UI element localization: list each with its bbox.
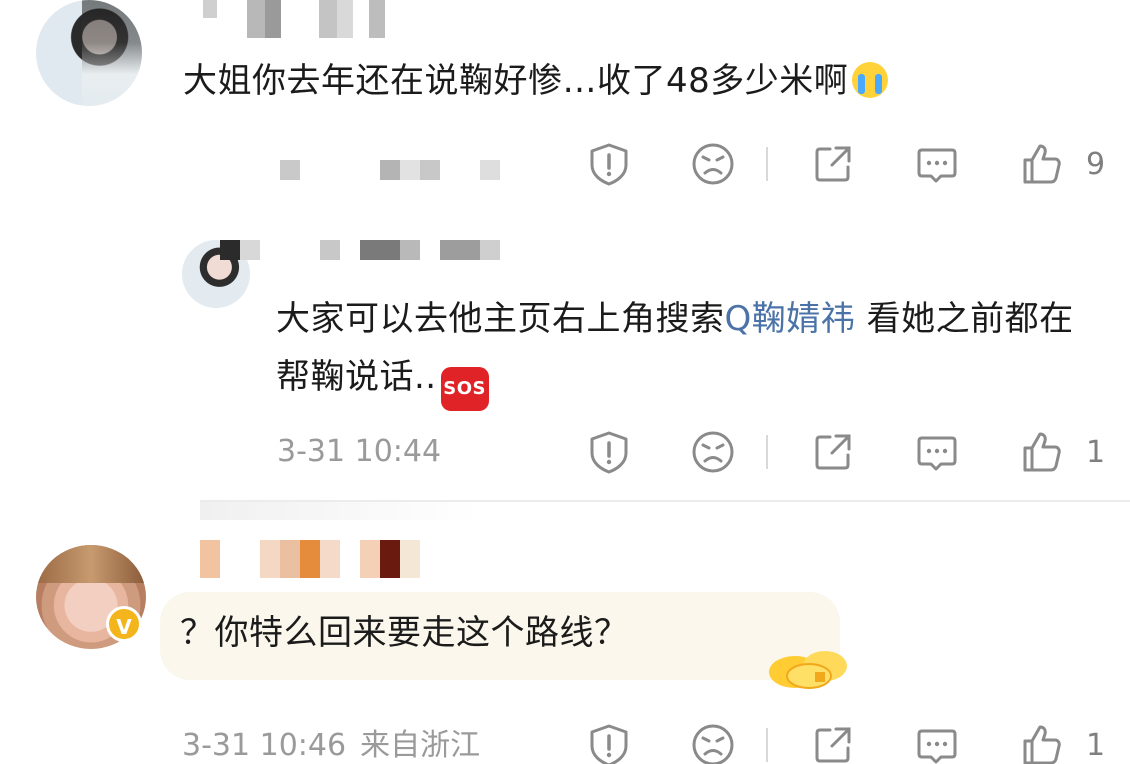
- like-icon-wrap: [1018, 722, 1064, 764]
- reply-button[interactable]: [914, 141, 960, 187]
- reply-button[interactable]: [914, 722, 960, 764]
- like-button[interactable]: 1: [1018, 429, 1105, 475]
- like-thumb-icon: [1023, 144, 1061, 184]
- comment-actions: 9: [586, 141, 1105, 187]
- comment-timestamp: 3-31 10:46: [182, 728, 347, 763]
- like-thumb-icon: [1023, 432, 1061, 472]
- share-button[interactable]: [810, 722, 856, 764]
- comment-text: 大姐你去年还在说鞠好惨…收了48多少米啊: [183, 52, 1083, 110]
- gold-coins-icon: [769, 651, 847, 689]
- report-icon: [590, 724, 628, 764]
- username-mosaic[interactable]: [200, 540, 420, 578]
- comment-icon: [917, 148, 957, 183]
- report-button[interactable]: [586, 141, 632, 187]
- reply-button[interactable]: [914, 429, 960, 475]
- sos-emoji-icon: SOS: [440, 367, 489, 411]
- comment-body: 大姐你去年还在说鞠好惨…收了48多少米啊: [183, 61, 849, 101]
- like-icon-wrap: [1018, 429, 1064, 475]
- comment-icon: [917, 729, 957, 764]
- like-button[interactable]: 9: [1018, 141, 1105, 187]
- reply-actions: 1: [586, 429, 1105, 475]
- report-button[interactable]: [586, 429, 632, 475]
- dislike-button[interactable]: [690, 429, 736, 475]
- verified-badge-icon: V: [106, 606, 142, 642]
- like-thumb-icon: [1023, 725, 1061, 764]
- dislike-button[interactable]: [690, 722, 736, 764]
- comment-divider: [200, 500, 1130, 502]
- report-button[interactable]: [586, 722, 632, 764]
- like-icon-wrap: [1018, 141, 1064, 187]
- reply-body-start: 大家可以去他主页右上角搜索: [276, 299, 725, 339]
- like-button[interactable]: 1: [1018, 722, 1105, 764]
- username-mosaic[interactable]: [203, 0, 385, 38]
- share-icon: [815, 434, 851, 470]
- dislike-face-icon: [692, 724, 734, 764]
- report-icon: [590, 431, 628, 474]
- comment-actions: 1: [586, 722, 1105, 764]
- share-icon: [815, 727, 851, 763]
- dislike-button[interactable]: [690, 141, 736, 187]
- avatar-image-hair: [36, 545, 146, 583]
- comment-text: ？你特么回来要走这个路线？: [180, 604, 800, 662]
- user-avatar[interactable]: [36, 0, 142, 106]
- share-button[interactable]: [810, 141, 856, 187]
- dislike-face-icon: [692, 431, 734, 473]
- timestamp-mosaic: [280, 160, 500, 180]
- comment-location: 来自浙江: [360, 728, 481, 763]
- comment-icon: [917, 436, 957, 471]
- like-count: 1: [1086, 727, 1106, 763]
- action-separator: [766, 435, 768, 469]
- comment-meta: 3-31 10:46 来自浙江: [182, 728, 480, 764]
- reply-text: 大家可以去他主页右上角搜索Q鞠婧祎 看她之前都在帮鞠说话.. SOS: [276, 290, 1086, 411]
- like-count: 1: [1086, 434, 1106, 470]
- share-icon: [815, 146, 851, 182]
- divider-shade: [200, 500, 480, 520]
- share-button[interactable]: [810, 429, 856, 475]
- like-count: 9: [1086, 146, 1106, 182]
- reply-username-mosaic[interactable]: [220, 240, 500, 260]
- action-separator: [766, 728, 768, 762]
- reply-timestamp: 3-31 10:44: [277, 434, 442, 469]
- comment-thread: 大姐你去年还在说鞠好惨…收了48多少米啊 9 大家可以去他主页右上角搜索Q鞠婧祎…: [0, 0, 1130, 764]
- dislike-face-icon: [692, 143, 734, 185]
- crying-emoji-icon: [852, 62, 889, 98]
- reply-meta: 3-31 10:44: [277, 434, 441, 470]
- avatar-image-shade: [82, 0, 142, 106]
- report-icon: [590, 143, 628, 186]
- action-separator: [766, 147, 768, 181]
- search-link[interactable]: Q鞠婧祎: [725, 299, 856, 339]
- comment-body: ？你特么回来要走这个路线？: [180, 613, 629, 653]
